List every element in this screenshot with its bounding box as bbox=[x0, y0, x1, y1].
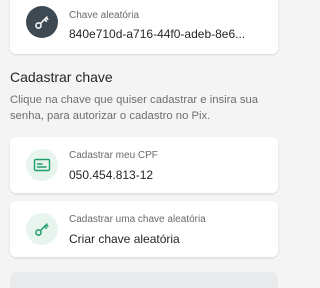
registered-key-value: 840e710d-a716-44f0-adeb-8e6... bbox=[69, 27, 246, 41]
key-icon bbox=[26, 213, 58, 245]
section-description: Clique na chave que quiser cadastrar e i… bbox=[10, 94, 259, 122]
random-key-option-value: Criar chave aleatória bbox=[69, 232, 180, 246]
register-random-key-option[interactable]: Cadastrar uma chave aleatória Criar chav… bbox=[10, 201, 278, 257]
cpf-option-value: 050.454.813-12 bbox=[69, 168, 154, 182]
section-title: Cadastrar chave bbox=[10, 69, 113, 85]
registered-key-label: Chave aleatória bbox=[69, 10, 140, 21]
info-notice-card bbox=[10, 272, 278, 288]
random-key-option-label: Cadastrar uma chave aleatória bbox=[69, 214, 206, 225]
pix-keys-screen: Chave aleatória 840e710d-a716-44f0-adeb-… bbox=[0, 0, 288, 288]
id-card-icon bbox=[26, 149, 58, 181]
key-icon bbox=[26, 6, 58, 38]
register-cpf-option[interactable]: Cadastrar meu CPF 050.454.813-12 bbox=[10, 137, 278, 193]
cpf-option-label: Cadastrar meu CPF bbox=[69, 150, 158, 161]
registered-key-card[interactable]: Chave aleatória 840e710d-a716-44f0-adeb-… bbox=[10, 0, 278, 54]
